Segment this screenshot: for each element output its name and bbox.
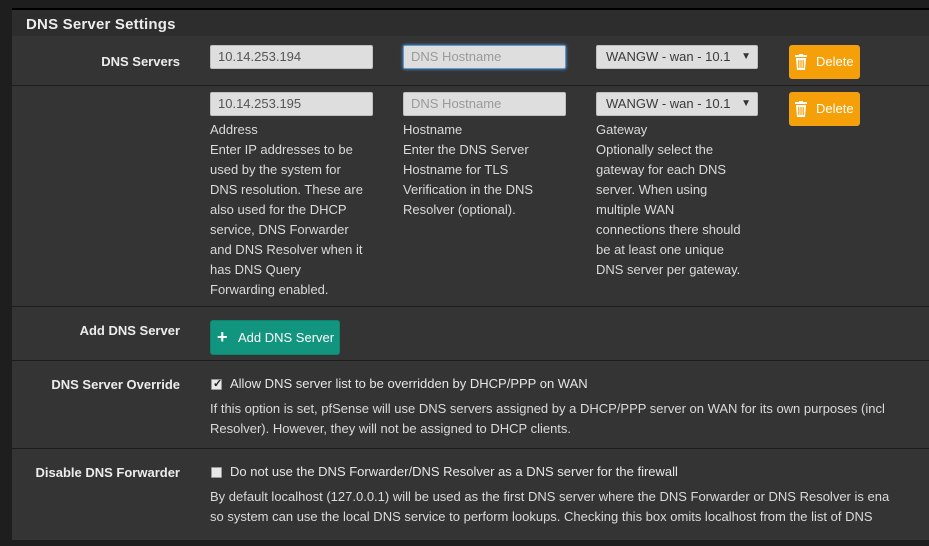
dns-servers-label: DNS Servers <box>101 54 180 69</box>
panel-heading: DNS Server Settings <box>12 8 929 36</box>
address-help-line: has DNS Query <box>210 262 302 277</box>
caret-down-icon: ▼ <box>741 51 751 62</box>
dns-override-description-line: If this option is set, pfSense will use … <box>210 401 885 416</box>
dns-override-label: DNS Server Override <box>51 377 180 392</box>
dns-hostname-input-2[interactable]: DNS Hostname <box>403 92 566 116</box>
hostname-help-line: Enter the DNS Server <box>403 142 529 157</box>
disable-forwarder-checkbox[interactable] <box>211 467 222 478</box>
delete-label: Delete <box>816 101 854 116</box>
delete-label: Delete <box>816 54 854 69</box>
disable-forwarder-description-line: By default localhost (127.0.0.1) will be… <box>210 489 890 504</box>
gateway-help-line: Optionally select the <box>596 142 714 157</box>
address-help-line: Enter IP addresses to be <box>210 142 353 157</box>
disable-forwarder-description-line: so system can use the local DNS service … <box>210 509 873 524</box>
dns-override-checkbox-label[interactable]: Allow DNS server list to be overridden b… <box>230 376 588 391</box>
caret-down-icon: ▼ <box>741 98 751 109</box>
hostname-help-line: Resolver (optional). <box>403 202 516 217</box>
trash-icon <box>795 101 807 117</box>
disable-forwarder-label: Disable DNS Forwarder <box>35 465 181 480</box>
gateway-help-title: Gateway <box>596 122 648 137</box>
gateway-help: Gateway Optionally select the gateway fo… <box>596 120 776 280</box>
dns-address-input-1[interactable]: 10.14.253.194 <box>210 45 373 69</box>
dns-address-input-2[interactable]: 10.14.253.195 <box>210 92 373 116</box>
check-icon: ✓ <box>213 378 223 390</box>
dns-server-row-1: DNS Servers 10.14.253.194 DNS Hostname W… <box>12 36 929 86</box>
add-dns-server-label: Add DNS Server <box>79 323 180 338</box>
gateway-help-line: server. When using <box>596 182 708 197</box>
hostname-help-line: Hostname for TLS <box>403 162 509 177</box>
address-help-title: Address <box>210 122 258 137</box>
dns-gateway-value-2: WANGW - wan - 10.1 <box>606 96 731 111</box>
address-help-line: and DNS Resolver when it <box>210 242 363 257</box>
address-help-line: also used for the DHCP <box>210 202 347 217</box>
gateway-help-line: multiple WAN <box>596 202 675 217</box>
gateway-help-line: be at least one unique <box>596 242 724 257</box>
disable-forwarder-description: By default localhost (127.0.0.1) will be… <box>210 487 889 527</box>
dns-override-row: DNS Server Override ✓ Allow DNS server l… <box>12 361 929 449</box>
gateway-help-line: connections there should <box>596 222 741 237</box>
trash-icon <box>795 54 807 70</box>
address-help-line: Forwarding enabled. <box>210 282 329 297</box>
dns-settings-panel: DNS Servers 10.14.253.194 DNS Hostname W… <box>12 36 929 540</box>
panel-title: DNS Server Settings <box>26 16 176 33</box>
address-help: Address Enter IP addresses to be used by… <box>210 120 390 300</box>
dns-hostname-input-1[interactable]: DNS Hostname <box>403 45 566 69</box>
delete-dns-server-button-1[interactable]: Delete <box>789 45 860 79</box>
dns-override-checkbox[interactable]: ✓ <box>211 378 223 390</box>
dns-gateway-select-2[interactable]: WANGW - wan - 10.1 ▼ <box>596 92 758 116</box>
address-help-line: DNS resolution. These are <box>210 182 363 197</box>
dns-gateway-select-1[interactable]: WANGW - wan - 10.1 ▼ <box>596 45 758 69</box>
disable-forwarder-row: Disable DNS Forwarder Do not use the DNS… <box>12 449 929 540</box>
hostname-help-line: Verification in the DNS <box>403 182 534 197</box>
add-dns-server-row: Add DNS Server <box>12 307 929 361</box>
dns-override-description-line: Resolver). However, they will not be ass… <box>210 421 572 436</box>
add-dns-server-button-label: Add DNS Server <box>238 330 335 345</box>
disable-forwarder-checkbox-label[interactable]: Do not use the DNS Forwarder/DNS Resolve… <box>230 464 678 479</box>
hostname-help: Hostname Enter the DNS Server Hostname f… <box>403 120 583 220</box>
hostname-help-title: Hostname <box>403 122 463 137</box>
add-dns-server-button[interactable]: + Add DNS Server <box>210 320 340 355</box>
dns-gateway-value-1: WANGW - wan - 10.1 <box>606 49 731 64</box>
address-help-line: used by the system for <box>210 162 341 177</box>
delete-dns-server-button-2[interactable]: Delete <box>789 92 860 126</box>
gateway-help-line: gateway for each DNS <box>596 162 727 177</box>
plus-icon: + <box>217 327 228 347</box>
gateway-help-line: DNS server per gateway. <box>596 262 741 277</box>
dns-server-row-2: 10.14.253.195 DNS Hostname WANGW - wan -… <box>12 86 929 307</box>
address-help-line: service, DNS Forwarder <box>210 222 349 237</box>
dns-override-description: If this option is set, pfSense will use … <box>210 399 885 439</box>
